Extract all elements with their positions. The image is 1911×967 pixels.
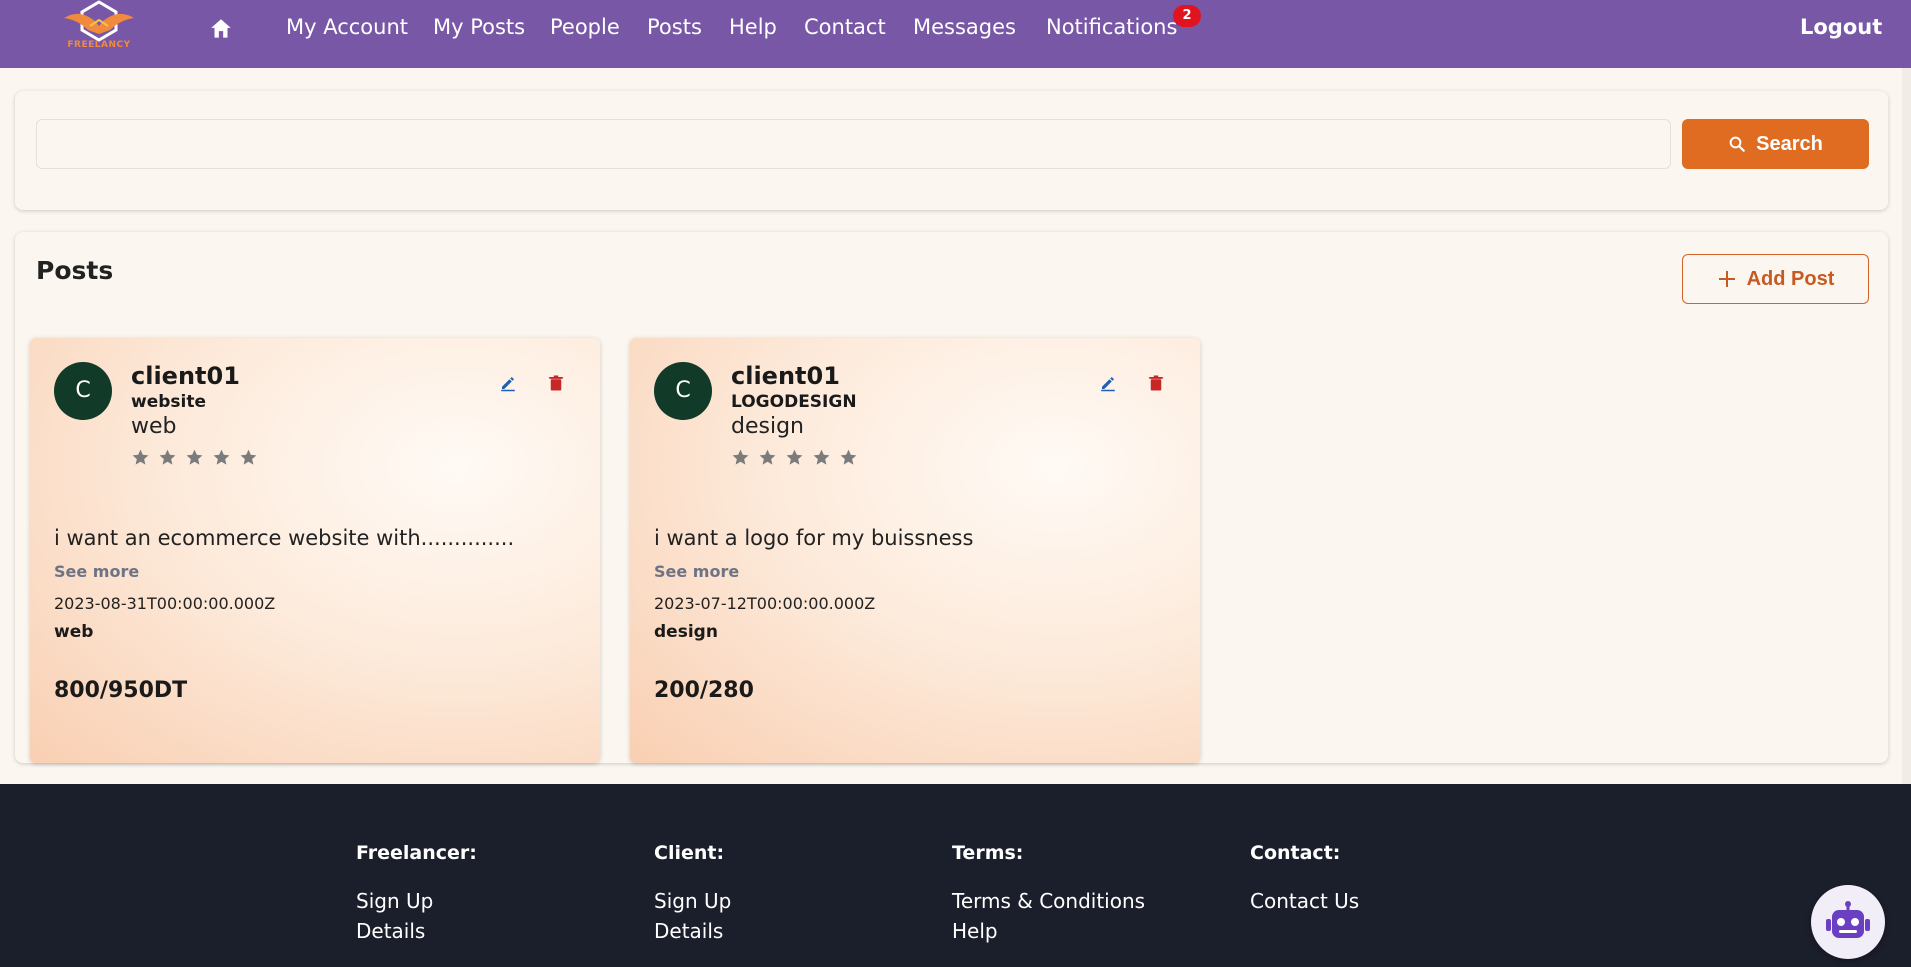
post-category: web [131,414,177,439]
nav-my-account[interactable]: My Account [286,15,408,39]
home-icon [211,19,231,38]
footer-column-contact: Contact: Contact Us [1250,842,1359,916]
star-icon[interactable] [839,448,858,467]
nav-help[interactable]: Help [729,15,777,39]
search-input[interactable] [36,119,1671,169]
post-card[interactable]: C client01 website web i want an ecommer… [30,338,600,763]
star-icon[interactable] [185,448,204,467]
nav-posts[interactable]: Posts [647,15,702,39]
edit-icon[interactable] [1099,374,1117,392]
star-icon[interactable] [239,448,258,467]
post-category: design [731,414,804,439]
add-post-button[interactable]: Add Post [1682,254,1869,304]
search-button[interactable]: Search [1682,119,1869,169]
see-more-link[interactable]: See more [654,562,739,581]
rating-stars [131,448,258,467]
footer-link-details[interactable]: Details [356,916,477,946]
footer-link-sign-up[interactable]: Sign Up [356,886,477,916]
post-title: website [131,392,207,412]
chatbot-button[interactable] [1811,885,1885,959]
search-button-label: Search [1756,132,1823,155]
post-card[interactable]: C client01 LOGODESIGN design i want a lo… [630,338,1200,763]
rating-stars [731,448,858,467]
footer-column-freelancer: Freelancer: Sign Up Details [356,842,477,946]
post-tag: design [654,622,718,642]
footer-column-client: Client: Sign Up Details [654,842,731,946]
avatar: C [654,362,712,420]
post-budget: 800/950DT [54,678,188,703]
star-icon[interactable] [758,448,777,467]
footer-heading: Freelancer: [356,842,477,864]
footer-link-terms-conditions[interactable]: Terms & Conditions [952,886,1145,916]
post-date: 2023-08-31T00:00:00.000Z [54,594,276,613]
post-author: client01 [131,362,240,390]
brand-logo[interactable]: FREELANCY [60,0,138,56]
logo-text: FREELANCY [67,40,131,50]
star-icon[interactable] [158,448,177,467]
star-icon[interactable] [212,448,231,467]
footer-heading: Client: [654,842,725,864]
nav-messages[interactable]: Messages [913,15,1016,39]
footer-link-contact-us[interactable]: Contact Us [1250,886,1359,916]
post-date: 2023-07-12T00:00:00.000Z [654,594,876,613]
logo-emblem-icon [64,0,134,42]
post-description: i want a logo for my buissness [654,526,974,550]
nav-people[interactable]: People [550,15,620,39]
star-icon[interactable] [785,448,804,467]
plus-icon [1718,271,1735,287]
footer-link-help[interactable]: Help [952,916,1145,946]
star-icon[interactable] [131,448,150,467]
footer-heading: Contact: [1250,842,1341,864]
logout-button[interactable]: Logout [1800,15,1882,39]
post-description: i want an ecommerce website with........… [54,526,515,550]
star-icon[interactable] [812,448,831,467]
top-navbar: FREELANCY My Account My Posts People Pos… [0,0,1911,68]
footer-column-terms: Terms: Terms & Conditions Help [952,842,1145,946]
avatar: C [54,362,112,420]
post-author: client01 [731,362,840,390]
footer-link-sign-up[interactable]: Sign Up [654,886,731,916]
delete-icon[interactable] [547,374,565,392]
post-tag: web [54,622,94,642]
notifications-count-badge: 2 [1173,5,1201,27]
nav-my-posts[interactable]: My Posts [433,15,525,39]
posts-heading: Posts [36,256,114,285]
nav-contact[interactable]: Contact [804,15,886,39]
site-footer: Freelancer: Sign Up Details Client: Sign… [0,784,1911,967]
footer-heading: Terms: [952,842,1024,864]
nav-notifications[interactable]: Notifications [1046,15,1177,39]
robot-icon [1826,901,1870,938]
footer-link-details[interactable]: Details [654,916,731,946]
star-icon[interactable] [731,448,750,467]
posts-section: Posts Add Post C client01 website web i … [15,232,1888,763]
see-more-link[interactable]: See more [54,562,139,581]
page-scrollbar[interactable] [1902,68,1911,784]
search-panel: Search [15,91,1888,210]
edit-icon[interactable] [499,374,517,392]
post-title: LOGODESIGN [731,392,857,412]
post-budget: 200/280 [654,678,754,703]
home-button[interactable] [208,16,234,42]
add-post-label: Add Post [1746,267,1835,290]
delete-icon[interactable] [1147,374,1165,392]
search-icon [1729,136,1745,152]
